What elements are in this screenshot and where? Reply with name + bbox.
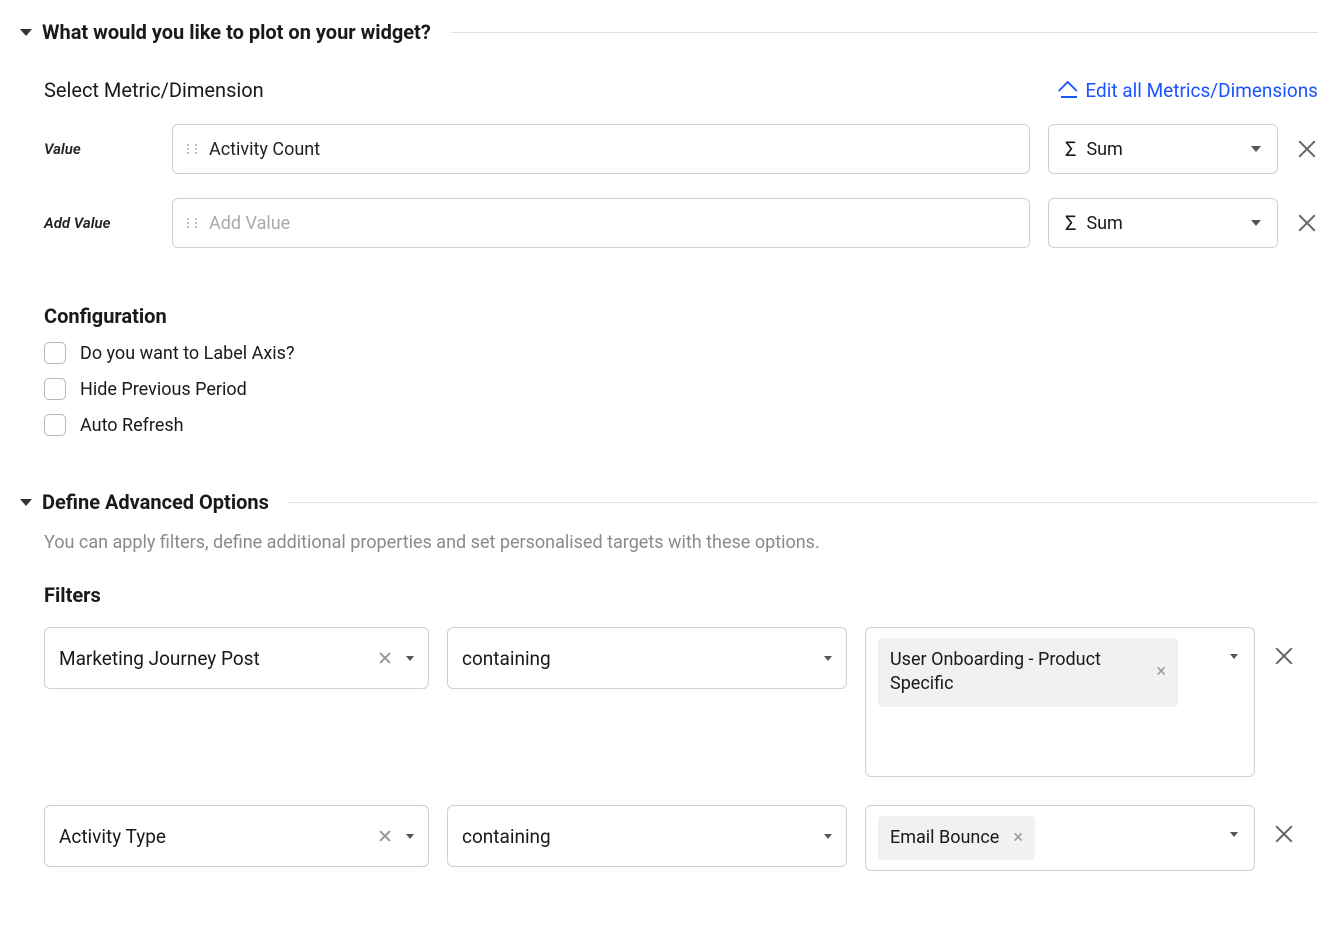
filter-operator-select[interactable]: containing: [447, 627, 847, 689]
caret-down-icon: [20, 499, 32, 506]
advanced-description: You can apply filters, define additional…: [44, 532, 1318, 553]
metric-value: Activity Count: [209, 139, 320, 160]
metric-row: Add Value Add Value Σ Sum: [44, 198, 1318, 248]
sigma-icon: Σ: [1065, 211, 1076, 235]
clear-field-button[interactable]: [378, 651, 392, 665]
plot-section-header[interactable]: What would you like to plot on your widg…: [20, 20, 1318, 44]
metric-placeholder: Add Value: [209, 213, 290, 234]
remove-filter-button[interactable]: [1273, 645, 1295, 667]
config-option-label: Do you want to Label Axis?: [80, 343, 294, 364]
filter-field-value: Activity Type: [59, 825, 166, 848]
aggregation-value: Sum: [1086, 139, 1122, 160]
filter-field-value: Marketing Journey Post: [59, 647, 260, 670]
filter-field-select[interactable]: Marketing Journey Post: [44, 627, 429, 689]
filter-field-select[interactable]: Activity Type: [44, 805, 429, 867]
metric-row: Value Activity Count Σ Sum: [44, 124, 1318, 174]
remove-tag-button[interactable]: ×: [1156, 663, 1166, 681]
checkbox-label-axis[interactable]: [44, 342, 66, 364]
configuration-title: Configuration: [44, 304, 1318, 328]
filter-operator-select[interactable]: containing: [447, 805, 847, 867]
filter-row: Marketing Journey Post containing User O…: [44, 627, 1318, 777]
caret-down-icon: [20, 29, 32, 36]
chevron-down-icon: [1251, 220, 1261, 226]
aggregation-select[interactable]: Σ Sum: [1048, 198, 1278, 248]
advanced-section-header[interactable]: Define Advanced Options: [20, 490, 1318, 514]
chevron-down-icon: [1251, 146, 1261, 152]
chevron-down-icon: [1230, 654, 1238, 659]
config-option: Hide Previous Period: [44, 378, 1318, 400]
remove-row-button[interactable]: [1296, 212, 1318, 234]
drag-handle-icon[interactable]: [187, 218, 197, 228]
chevron-down-icon: [406, 834, 414, 839]
edit-all-text: Edit all Metrics/Dimensions: [1085, 79, 1318, 102]
config-option: Auto Refresh: [44, 414, 1318, 436]
filter-value-tag: Email Bounce ×: [878, 816, 1035, 860]
aggregation-select[interactable]: Σ Sum: [1048, 124, 1278, 174]
metric-input[interactable]: Activity Count: [172, 124, 1030, 174]
filters-title: Filters: [44, 583, 1318, 607]
row-label-value: Value: [44, 140, 154, 158]
drag-handle-icon[interactable]: [187, 144, 197, 154]
checkbox-hide-previous[interactable]: [44, 378, 66, 400]
advanced-section-title: Define Advanced Options: [42, 490, 269, 514]
edit-icon: [1061, 82, 1077, 98]
filter-value-select[interactable]: Email Bounce ×: [865, 805, 1255, 871]
divider: [451, 32, 1318, 33]
divider: [289, 502, 1318, 503]
config-option: Do you want to Label Axis?: [44, 342, 1318, 364]
remove-filter-button[interactable]: [1273, 823, 1295, 845]
chevron-down-icon: [1230, 832, 1238, 837]
filter-value-text: User Onboarding - Product Specific: [890, 648, 1142, 697]
filter-value-tag: User Onboarding - Product Specific ×: [878, 638, 1178, 707]
edit-all-metrics-link[interactable]: Edit all Metrics/Dimensions: [1061, 79, 1318, 102]
checkbox-auto-refresh[interactable]: [44, 414, 66, 436]
chevron-down-icon: [824, 656, 832, 661]
aggregation-value: Sum: [1086, 213, 1122, 234]
chevron-down-icon: [406, 656, 414, 661]
row-label-add-value: Add Value: [44, 214, 154, 232]
remove-row-button[interactable]: [1296, 138, 1318, 160]
filter-value-select[interactable]: User Onboarding - Product Specific ×: [865, 627, 1255, 777]
metric-input[interactable]: Add Value: [172, 198, 1030, 248]
sigma-icon: Σ: [1065, 137, 1076, 161]
filter-value-text: Email Bounce: [890, 826, 999, 850]
config-option-label: Hide Previous Period: [80, 379, 247, 400]
filter-row: Activity Type containing Email Bounce ×: [44, 805, 1318, 871]
filter-operator-value: containing: [462, 647, 551, 670]
chevron-down-icon: [824, 834, 832, 839]
select-metric-label: Select Metric/Dimension: [44, 78, 264, 102]
remove-tag-button[interactable]: ×: [1013, 829, 1023, 847]
plot-section-title: What would you like to plot on your widg…: [42, 20, 431, 44]
config-option-label: Auto Refresh: [80, 415, 184, 436]
filter-operator-value: containing: [462, 825, 551, 848]
clear-field-button[interactable]: [378, 829, 392, 843]
